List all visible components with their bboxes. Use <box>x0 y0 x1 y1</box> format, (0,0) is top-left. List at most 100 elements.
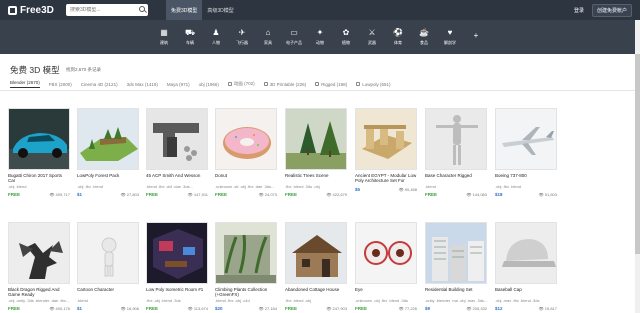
model-title[interactable]: Black Dragon Rigged And Game Ready <box>8 287 70 297</box>
plant-icon: ✿ <box>342 27 350 37</box>
model-title[interactable]: Low Poly Isometric Room #1 <box>146 287 208 297</box>
view-count: 👁 247,903 <box>326 306 347 311</box>
model-title[interactable]: Eye <box>355 287 417 297</box>
model-thumbnail[interactable] <box>77 222 139 284</box>
search-icon[interactable] <box>139 6 145 12</box>
model-thumbnail[interactable] <box>215 108 277 170</box>
model-card[interactable]: LowPoly Forest Pack .obj .fbx .blend $1 👁 2… <box>77 108 139 197</box>
filter-7[interactable]: 3D Printable (226) <box>263 82 306 87</box>
model-card[interactable]: Eye .unknown .obj .fbx .blend .3ds FREE 👁 7… <box>355 222 417 311</box>
model-thumbnail[interactable] <box>425 222 487 284</box>
category-weapon[interactable]: ⚔ 武器 <box>359 20 385 54</box>
model-title[interactable]: Boeing 737-800 <box>495 173 557 183</box>
model-title[interactable]: Climbing Plants Collection (+GreenFX) <box>215 287 277 297</box>
filter-label: Lowpoly (651) <box>362 81 391 87</box>
model-card[interactable]: Realistic Trees Scene .fbx .blend .3ds .o… <box>285 108 347 197</box>
model-thumbnail[interactable] <box>215 222 277 284</box>
category-car[interactable]: ⛟ 车辆 <box>177 20 203 54</box>
model-formats: .obj .fbx .blend <box>77 184 104 189</box>
category-food[interactable]: ☕ 食品 <box>411 20 437 54</box>
model-thumbnail[interactable] <box>146 222 208 284</box>
model-card[interactable]: Black Dragon Rigged And Game Ready .obj .… <box>8 222 70 311</box>
model-thumbnail[interactable] <box>495 222 557 284</box>
model-title[interactable]: Realistic Trees Scene <box>285 173 347 183</box>
model-formats: .unknown .stl .obj .fbx .dae .3ds... <box>215 184 275 189</box>
filter-2[interactable]: Cinema 4D (2121) <box>81 82 118 87</box>
model-price: $5 <box>355 187 361 192</box>
model-title[interactable]: Baseball Cap <box>495 287 557 297</box>
model-price: FREE <box>425 192 438 197</box>
model-thumbnail[interactable] <box>8 222 70 284</box>
site-logo[interactable]: Free3D <box>8 5 56 16</box>
model-price: FREE <box>8 192 21 197</box>
tab-free-models[interactable]: 免费3D模型 <box>166 0 203 20</box>
model-thumbnail[interactable] <box>285 222 347 284</box>
model-card[interactable]: Ancient EGYPT - Modular Low Poly Archite… <box>355 108 417 192</box>
model-card[interactable]: Donut .unknown .stl .obj .fbx .dae .3ds..… <box>215 108 277 197</box>
sports-icon: ⚽ <box>393 27 403 37</box>
filter-9[interactable]: Lowpoly (651) <box>356 82 390 87</box>
model-card[interactable]: 45 ACP Smith And Wesson .blend .fbx .dxf … <box>146 108 208 197</box>
view-count-value: 409,717 <box>55 192 70 197</box>
model-card[interactable]: Cartoon Character .blend $1 👁 16,906 <box>77 222 139 311</box>
search-input[interactable] <box>70 7 134 13</box>
category-aircraft[interactable]: ✈ 飞行器 <box>229 20 255 54</box>
model-thumbnail[interactable] <box>146 108 208 170</box>
format-filters: Blender (2670) FBX (2000) Cinema 4D (2121)… <box>10 80 399 88</box>
model-card[interactable]: Boeing 737-800 .obj .fbx .blend $18 👁 51,60… <box>495 108 557 197</box>
login-link[interactable]: 登录 <box>574 7 584 14</box>
category-building[interactable]: ▦ 建筑 <box>151 20 177 54</box>
plus-icon: + <box>473 30 479 40</box>
model-thumbnail[interactable] <box>77 108 139 170</box>
model-title[interactable]: Base Character Rigged <box>425 173 487 183</box>
model-title[interactable]: Residential Building Set <box>425 287 487 297</box>
category-anatomy[interactable]: ♥ 解剖学 <box>437 20 463 54</box>
model-card[interactable]: Baseball Cap .obj .max .fbx .blend .3ds $1… <box>495 222 557 311</box>
model-card[interactable]: Base Character Rigged .blend FREE 👁 144,083 <box>425 108 487 197</box>
filter-3[interactable]: 3ds Max (1419) <box>127 82 158 87</box>
model-thumbnail[interactable] <box>355 222 417 284</box>
model-title[interactable]: Bugatti Chiron 2017 Sports Car <box>8 173 70 183</box>
filter-4[interactable]: Maya (971) <box>167 82 190 87</box>
model-card[interactable]: Low Poly Isometric Room #1 .fbx .obj .ble… <box>146 222 208 311</box>
model-title[interactable]: LowPoly Forest Pack <box>77 173 139 183</box>
model-title[interactable]: Donut <box>215 173 277 183</box>
furniture-icon: ⌂ <box>265 27 271 37</box>
model-card[interactable]: Abandoned Cottage House .fbx .blend .obj F… <box>285 222 347 311</box>
model-card[interactable]: Climbing Plants Collection (+GreenFX) .bl… <box>215 222 277 311</box>
category-plant[interactable]: ✿ 植物 <box>333 20 359 54</box>
model-title[interactable]: Abandoned Cottage House <box>285 287 347 297</box>
category-plus[interactable]: + <box>463 20 489 54</box>
filter-6[interactable]: 动画 (702) <box>227 81 255 87</box>
result-count: 找到2,670 条记录 <box>66 67 102 72</box>
model-thumbnail[interactable] <box>355 108 417 170</box>
view-count-value: 16,906 <box>126 306 139 311</box>
category-furniture[interactable]: ⌂ 家具 <box>255 20 281 54</box>
filter-5[interactable]: obj (1966) <box>199 82 219 87</box>
filter-1[interactable]: FBX (2000) <box>49 82 72 87</box>
category-label: 飞行器 <box>236 39 248 45</box>
model-title[interactable]: Ancient EGYPT - Modular Low Poly Archite… <box>355 173 417 183</box>
category-label: 武器 <box>368 39 376 45</box>
model-card[interactable]: Bugatti Chiron 2017 Sports Car .obj .blen… <box>8 108 70 197</box>
model-thumbnail[interactable] <box>8 108 70 170</box>
scrollbar-thumb[interactable] <box>635 54 640 254</box>
model-title[interactable]: 45 ACP Smith And Wesson <box>146 173 208 183</box>
filter-8[interactable]: Rigged (198) <box>315 82 347 87</box>
category-sports[interactable]: ⚽ 体育 <box>385 20 411 54</box>
category-person[interactable]: ♟ 人物 <box>203 20 229 54</box>
create-account-button[interactable]: 创建免费帐户 <box>591 3 632 17</box>
model-title[interactable]: Cartoon Character <box>77 287 139 297</box>
model-thumbnail[interactable] <box>285 108 347 170</box>
model-thumbnail[interactable] <box>495 108 557 170</box>
filter-icon <box>315 82 320 87</box>
tab-premium-models[interactable]: 高级3D模型 <box>202 0 238 20</box>
category-electronics[interactable]: ▭ 电子产品 <box>281 20 307 54</box>
filter-0[interactable]: Blender (2670) <box>10 80 40 88</box>
model-price: $20 <box>215 306 223 311</box>
model-card[interactable]: Residential Building Set .unity .blender … <box>425 222 487 311</box>
model-thumbnail[interactable] <box>425 108 487 170</box>
category-animal[interactable]: ✦ 动物 <box>307 20 333 54</box>
search-box[interactable] <box>66 4 148 16</box>
category-bar: ▦ 建筑 ⛟ 车辆 ♟ 人物 ✈ 飞行器 ⌂ 家具 ▭ 电子产品 ✦ 动物 ✿ 植物 ⚔ 武器 ⚽ 体育 ☕ 食品 ♥ 解剖学… <box>0 20 640 54</box>
